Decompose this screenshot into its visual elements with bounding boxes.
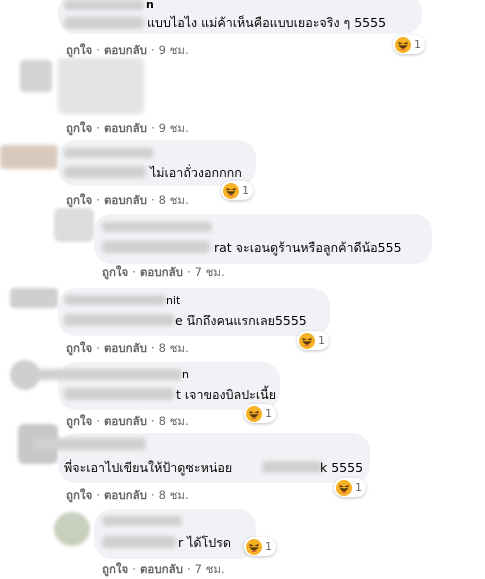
blurred-text <box>64 314 174 326</box>
like-button[interactable]: ถูกใจ <box>66 193 92 207</box>
blurred-text <box>102 241 210 253</box>
blurred-text <box>64 388 174 400</box>
like-button[interactable]: ถูกใจ <box>102 562 128 576</box>
reaction-badge[interactable]: 1 <box>297 331 329 350</box>
haha-emoji-icon <box>299 332 315 349</box>
reaction-count: 1 <box>318 334 325 347</box>
blurred-name <box>34 438 146 450</box>
reaction-count: 1 <box>265 407 272 420</box>
reaction-count: 1 <box>265 540 272 553</box>
like-button[interactable]: ถูกใจ <box>66 43 92 57</box>
blurred-text <box>102 536 176 548</box>
reaction-count: 1 <box>355 481 362 494</box>
separator: · <box>96 43 100 57</box>
separator: · <box>150 341 155 355</box>
like-button[interactable]: ถูกใจ <box>66 488 92 502</box>
reply-button[interactable]: ตอบกลับ <box>104 488 147 502</box>
like-button[interactable]: ถูกใจ <box>66 414 92 428</box>
comment-text: e นึกถึงคนแรกเลย5555 <box>175 313 307 328</box>
separator: · <box>150 121 155 135</box>
reaction-badge[interactable]: 1 <box>334 478 366 497</box>
separator: · <box>96 193 100 207</box>
separator: · <box>150 488 155 502</box>
reply-button[interactable]: ตอบกลับ <box>140 562 183 576</box>
separator: · <box>132 265 136 279</box>
reaction-count: 1 <box>242 184 249 197</box>
reaction-badge[interactable]: 1 <box>221 181 253 200</box>
comment-text: พี่จะเอาไปเขียนให้ป้าดูซะหน่อย <box>64 460 233 475</box>
comment-actions: ถูกใจ · ตอบกลับ · 8 ชม. <box>66 488 189 502</box>
separator: · <box>96 341 100 355</box>
commenter-name: nit <box>166 294 181 307</box>
reaction-badge[interactable]: 1 <box>393 35 425 54</box>
separator: · <box>132 562 136 576</box>
blurred-text <box>64 17 144 29</box>
reply-button[interactable]: ตอบกลับ <box>104 121 147 135</box>
timestamp[interactable]: 9 ชม. <box>159 121 189 135</box>
comment-actions: ถูกใจ · ตอบกลับ · 8 ชม. <box>66 414 189 428</box>
haha-emoji-icon <box>395 36 411 53</box>
commenter-name: n <box>146 0 154 11</box>
separator: · <box>150 414 155 428</box>
reply-button[interactable]: ตอบกลับ <box>104 341 147 355</box>
timestamp[interactable]: 8 ชม. <box>159 488 189 502</box>
comment-text: k 5555 <box>320 460 364 475</box>
timestamp[interactable]: 9 ชม. <box>159 43 189 57</box>
like-button[interactable]: ถูกใจ <box>66 341 92 355</box>
comment-text: r ได้โปรด <box>178 535 231 550</box>
blurred-name <box>64 0 144 10</box>
haha-emoji-icon <box>246 538 262 555</box>
avatar[interactable] <box>0 145 58 169</box>
reaction-count: 1 <box>414 38 421 51</box>
separator: · <box>150 43 155 57</box>
blurred-name <box>102 516 182 526</box>
avatar[interactable] <box>20 60 52 92</box>
blurred-name <box>102 222 212 232</box>
blurred-image <box>58 58 144 114</box>
reply-button[interactable]: ตอบกลับ <box>104 414 147 428</box>
haha-emoji-icon <box>223 182 239 199</box>
avatar[interactable] <box>54 208 94 242</box>
like-button[interactable]: ถูกใจ <box>102 265 128 279</box>
blurred-text <box>262 461 322 473</box>
comment-text: ไม่เอาถั่วงอกกกก <box>150 165 242 180</box>
avatar[interactable] <box>54 512 90 546</box>
timestamp[interactable]: 7 ชม. <box>195 265 225 279</box>
blurred-name <box>32 369 182 380</box>
separator: · <box>96 488 100 502</box>
reaction-badge[interactable]: 1 <box>244 537 276 556</box>
blurred-name <box>64 295 166 305</box>
comment-text: rat จะเอนดูร้านหรือลูกค้าดีน้อ555 <box>214 240 402 255</box>
comment-actions: ถูกใจ · ตอบกลับ · 8 ชม. <box>66 341 189 355</box>
timestamp[interactable]: 8 ชม. <box>159 341 189 355</box>
haha-emoji-icon <box>246 405 262 422</box>
timestamp[interactable]: 7 ชม. <box>195 562 225 576</box>
avatar[interactable] <box>10 288 58 308</box>
comment-actions: ถูกใจ · ตอบกลับ · 7 ชม. <box>102 562 225 576</box>
commenter-name: n <box>182 368 189 381</box>
blurred-text <box>64 166 146 178</box>
comment-actions: ถูกใจ · ตอบกลับ · 9 ชม. <box>66 43 189 57</box>
separator: · <box>96 121 100 135</box>
comment-actions: ถูกใจ · ตอบกลับ · 7 ชม. <box>102 265 225 279</box>
comment-actions: ถูกใจ · ตอบกลับ · 8 ชม. <box>66 193 189 207</box>
separator: · <box>96 414 100 428</box>
comment-text: t เจาของบิลปะเนี้ย <box>176 387 277 402</box>
like-button[interactable]: ถูกใจ <box>66 121 92 135</box>
timestamp[interactable]: 8 ชม. <box>159 414 189 428</box>
reply-button[interactable]: ตอบกลับ <box>104 43 147 57</box>
comment-text: แบบไอไง แม่ค้าเห็นคือแบบเยอะจริง ๆ 5555 <box>147 15 387 30</box>
separator: · <box>186 562 191 576</box>
separator: · <box>186 265 191 279</box>
separator: · <box>150 193 155 207</box>
haha-emoji-icon <box>336 479 352 496</box>
reaction-badge[interactable]: 1 <box>244 404 276 423</box>
reply-button[interactable]: ตอบกลับ <box>104 193 147 207</box>
reply-button[interactable]: ตอบกลับ <box>140 265 183 279</box>
comment-actions: ถูกใจ · ตอบกลับ · 9 ชม. <box>66 121 189 135</box>
blurred-name <box>64 148 154 158</box>
timestamp[interactable]: 8 ชม. <box>159 193 189 207</box>
